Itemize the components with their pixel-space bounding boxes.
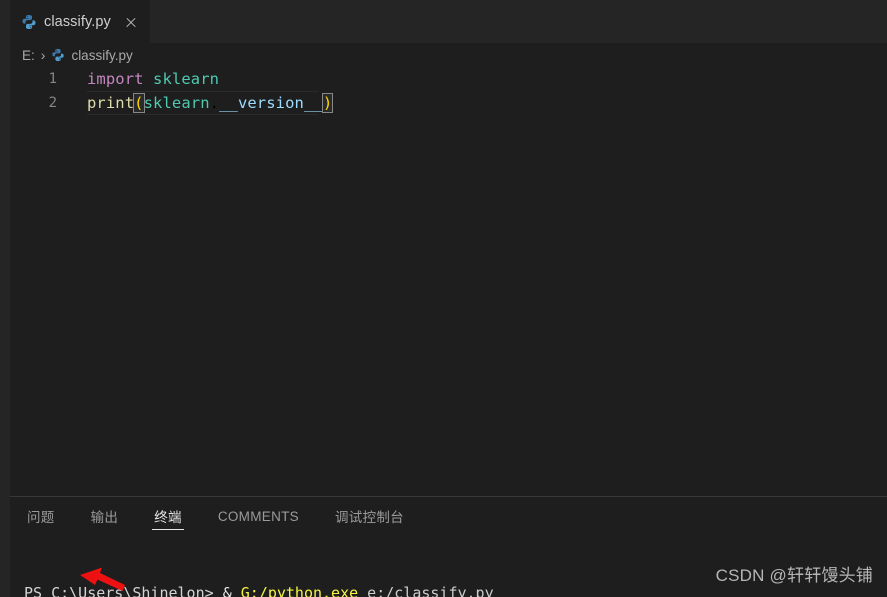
token-bracket-open: ( [133,93,145,113]
token-function-print: print [87,94,135,112]
activity-bar-rail [0,0,10,597]
token-module-sklearn: sklearn [153,70,220,88]
token-bracket-close: ) [321,93,334,113]
vscode-window: classify.py E: › classify.py 1 import sk… [0,0,887,597]
panel-tab-label: 终端 [154,510,182,525]
terminal-ampersand: & [222,584,241,597]
terminal-prompt: PS C:\Users\Shinelon> [24,584,223,597]
panel-tab-output[interactable]: 输出 [89,497,121,535]
line-number: 2 [48,95,57,111]
panel-tab-terminal[interactable]: 终端 [152,497,184,535]
panel-tab-problems[interactable]: 问题 [25,497,57,535]
breadcrumb-file-label: classify.py [71,47,133,63]
editor-tab-classify-py[interactable]: classify.py [10,0,150,43]
chevron-right-icon: › [40,47,46,63]
editor-tab-bar: classify.py [10,0,887,43]
code-line-1: 1 import sklearn [10,67,887,91]
close-icon[interactable] [122,13,140,31]
python-file-icon [21,14,37,30]
panel-tab-label: 调试控制台 [334,510,404,525]
editor-tab-label: classify.py [44,14,111,30]
panel-tab-comments[interactable]: COMMENTS [216,497,301,535]
token-attribute-version: __version__ [219,94,323,112]
token-dot: . [209,94,220,112]
breadcrumb-root-label: E: [22,47,35,63]
panel-tab-label: 输出 [90,510,119,525]
panel-tab-debug-console[interactable]: 调试控制台 [333,497,406,535]
code-line-2: 2 print(sklearn.__version__) [10,91,887,115]
csdn-watermark: CSDN @轩轩馒头铺 [715,566,873,585]
code-line-1-content: import sklearn [57,70,219,88]
python-file-icon [51,48,65,62]
code-line-2-content: print(sklearn.__version__) [57,93,334,113]
breadcrumb-root[interactable]: E: [22,48,35,63]
line-number: 1 [48,71,57,87]
panel-tab-label: 问题 [27,510,55,525]
token-keyword-import: import [87,70,144,88]
panel-tab-label: COMMENTS [217,508,299,524]
terminal-script-path: e:/classify.py [358,584,494,597]
breadcrumb: E: › classify.py [10,43,887,67]
terminal-interpreter-path: G:/python.exe [240,584,359,597]
panel-tab-bar: 问题 输出 终端 COMMENTS 调试控制台 [10,497,887,535]
token-object-sklearn: sklearn [143,94,210,112]
breadcrumb-file[interactable]: classify.py [51,47,133,63]
code-editor[interactable]: 1 import sklearn 2 print(sklearn.__versi… [10,67,887,496]
